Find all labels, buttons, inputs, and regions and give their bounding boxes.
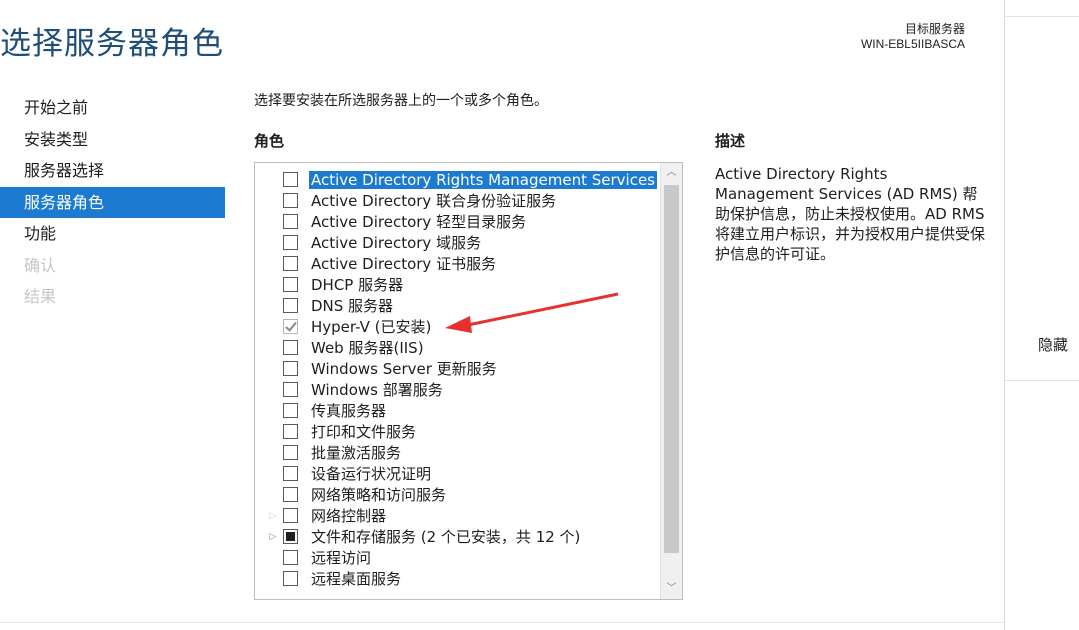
role-checkbox[interactable] — [283, 214, 298, 229]
role-checkbox[interactable] — [283, 193, 298, 208]
roles-list[interactable]: Active Directory Rights Management Servi… — [254, 162, 683, 600]
role-row[interactable]: 远程桌面服务 — [255, 568, 659, 589]
nav-item[interactable]: 功能 — [0, 218, 225, 250]
role-label[interactable]: DNS 服务器 — [309, 295, 395, 316]
role-checkbox[interactable] — [283, 424, 298, 439]
side-pane-bottom-line — [1005, 380, 1079, 381]
nav-item: 结果 — [24, 287, 57, 306]
role-checkbox[interactable] — [283, 571, 298, 586]
role-label[interactable]: Web 服务器(IIS) — [309, 337, 426, 358]
role-label[interactable]: 批量激活服务 — [309, 442, 403, 463]
role-row[interactable]: ▷ 文件和存储服务 (2 个已安装，共 12 个) — [255, 526, 659, 547]
role-label[interactable]: Active Directory Rights Management Servi… — [309, 170, 657, 189]
expand-icon[interactable]: ▷ — [267, 532, 279, 542]
roles-list-items: Active Directory Rights Management Servi… — [255, 169, 659, 589]
role-row[interactable]: Windows Server 更新服务 — [255, 358, 659, 379]
role-row[interactable]: Windows 部署服务 — [255, 379, 659, 400]
role-label[interactable]: 设备运行状况证明 — [309, 463, 433, 484]
nav-item[interactable]: 服务器角色 — [0, 186, 225, 218]
role-row[interactable]: 打印和文件服务 — [255, 421, 659, 442]
nav-item: 确认 — [24, 255, 57, 275]
role-label[interactable]: Active Directory 域服务 — [309, 232, 483, 253]
role-row[interactable]: 网络策略和访问服务 — [255, 484, 659, 505]
role-label[interactable]: Active Directory 轻型目录服务 — [309, 211, 528, 232]
role-checkbox[interactable] — [283, 256, 298, 271]
vertical-scrollbar[interactable]: ︿ ﹀ — [660, 163, 682, 599]
role-row[interactable]: Active Directory 证书服务 — [255, 253, 659, 274]
role-row[interactable]: ▷ 网络控制器 — [255, 505, 659, 526]
role-checkbox[interactable] — [283, 361, 298, 376]
role-checkbox[interactable] — [283, 235, 298, 250]
role-row[interactable]: 批量激活服务 — [255, 442, 659, 463]
role-label[interactable]: Hyper-V (已安装) — [309, 316, 433, 337]
target-server-name: WIN-EBL5IIBASCA — [860, 37, 965, 51]
scroll-up-icon[interactable]: ︿ — [661, 163, 682, 183]
role-checkbox — [283, 319, 298, 334]
description-heading: 描述 — [715, 132, 746, 150]
scroll-thumb[interactable] — [664, 185, 679, 553]
annotation-arrow-head — [445, 316, 472, 333]
side-pane-top-line — [1005, 16, 1079, 17]
role-checkbox[interactable] — [283, 172, 298, 187]
role-row[interactable]: Active Directory 轻型目录服务 — [255, 211, 659, 232]
description-text: Active Directory Rights Management Servi… — [715, 165, 986, 263]
scroll-down-icon[interactable]: ﹀ — [661, 579, 682, 599]
role-label[interactable]: Active Directory 证书服务 — [309, 253, 498, 274]
role-label[interactable]: 传真服务器 — [309, 400, 388, 421]
role-label[interactable]: Windows Server 更新服务 — [309, 358, 499, 379]
role-label[interactable]: 网络控制器 — [309, 505, 388, 526]
hide-button[interactable]: 隐藏 — [1038, 334, 1068, 355]
role-row[interactable]: Web 服务器(IIS) — [255, 337, 659, 358]
role-label[interactable]: Active Directory 联合身份验证服务 — [309, 190, 558, 211]
nav-item[interactable]: 服务器选择 — [0, 155, 225, 187]
role-label[interactable]: DHCP 服务器 — [309, 274, 405, 295]
expand-icon[interactable]: ▷ — [267, 511, 279, 521]
role-checkbox[interactable] — [283, 529, 298, 544]
role-label[interactable]: Windows 部署服务 — [309, 379, 445, 400]
role-row[interactable]: Active Directory 域服务 — [255, 232, 659, 253]
role-checkbox[interactable] — [283, 466, 298, 481]
role-label[interactable]: 远程桌面服务 — [309, 568, 403, 589]
page-title: 选择服务器角色 — [0, 26, 224, 62]
role-checkbox[interactable] — [283, 298, 298, 313]
role-checkbox[interactable] — [283, 277, 298, 292]
role-checkbox[interactable] — [283, 445, 298, 460]
role-row[interactable]: 设备运行状况证明 — [255, 463, 659, 484]
role-checkbox[interactable] — [283, 340, 298, 355]
role-label[interactable]: 文件和存储服务 (2 个已安装，共 12 个) — [309, 526, 582, 547]
role-checkbox[interactable] — [283, 508, 298, 523]
role-row[interactable]: Active Directory Rights Management Servi… — [255, 169, 659, 190]
nav-item[interactable]: 开始之前 — [0, 92, 225, 124]
roles-heading: 角色 — [254, 132, 285, 150]
annotation-arrow-shaft — [467, 292, 619, 327]
role-checkbox[interactable] — [283, 403, 298, 418]
role-checkbox[interactable] — [283, 487, 298, 502]
role-label[interactable]: 网络策略和访问服务 — [309, 484, 448, 505]
nav-item[interactable]: 安装类型 — [0, 124, 225, 156]
side-pane — [1005, 0, 1079, 630]
instruction-text: 选择要安装在所选服务器上的一个或多个角色。 — [254, 93, 548, 109]
main-bottom-divider — [0, 622, 1004, 623]
wizard-nav: 开始之前 安装类型 服务器选择 服务器角色 功能确认结果 — [0, 92, 225, 313]
role-row[interactable]: 远程访问 — [255, 547, 659, 568]
target-server-label: 目标服务器 — [904, 22, 965, 36]
role-label[interactable]: 打印和文件服务 — [309, 421, 418, 442]
role-row[interactable]: 传真服务器 — [255, 400, 659, 421]
role-checkbox[interactable] — [283, 382, 298, 397]
role-label[interactable]: 远程访问 — [309, 547, 373, 568]
annotation-arrow-icon — [445, 292, 619, 333]
role-row[interactable]: Active Directory 联合身份验证服务 — [255, 190, 659, 211]
role-checkbox[interactable] — [283, 550, 298, 565]
